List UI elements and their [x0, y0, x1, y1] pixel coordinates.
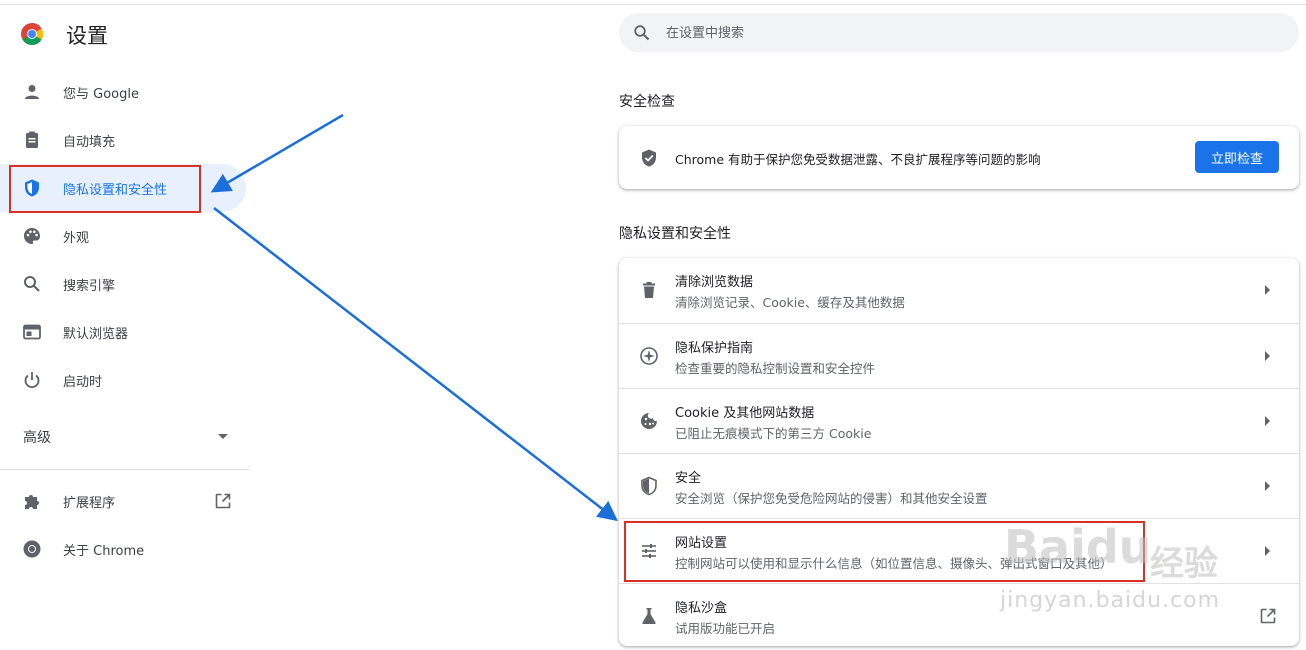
- sidebar-item-label: 您与 Google: [63, 87, 139, 102]
- sidebar-item-label: 外观: [63, 231, 90, 246]
- flask-icon: [642, 608, 656, 624]
- sidebar-divider: [0, 469, 250, 470]
- sidebar-item-you-and-google[interactable]: 您与 Google: [0, 68, 246, 116]
- sidebar-item-extensions[interactable]: 扩展程序: [0, 477, 246, 525]
- row-subtitle: 检查重要的隐私控制设置和安全控件: [675, 361, 876, 376]
- watermark: Baidu 经验 jingyan.baidu.com: [1000, 506, 1300, 626]
- open-in-new-icon[interactable]: [214, 492, 232, 510]
- puzzle-icon: [25, 495, 39, 509]
- safety-check-title: 安全检查: [619, 94, 675, 110]
- row-title: Cookie 及其他网站数据: [675, 406, 815, 421]
- check-now-button[interactable]: 立即检查: [1195, 141, 1279, 173]
- chevron-right-icon: [1265, 416, 1270, 426]
- power-icon: [24, 372, 40, 389]
- sidebar-item-appearance[interactable]: 外观: [0, 212, 246, 260]
- chevron-right-icon: [1265, 481, 1270, 491]
- row-cookies[interactable]: Cookie 及其他网站数据 已阻止无痕模式下的第三方 Cookie: [619, 388, 1299, 453]
- search-bar[interactable]: [619, 13, 1299, 54]
- search-icon: [24, 276, 40, 292]
- chevron-right-icon: [1265, 351, 1270, 361]
- sidebar-item-default-browser[interactable]: 默认浏览器: [0, 308, 246, 356]
- safety-check-description: Chrome 有助于保护您免受数据泄露、不良扩展程序等问题的影响: [675, 152, 1041, 167]
- sidebar-item-on-startup[interactable]: 启动时: [0, 356, 246, 404]
- row-title: 清除浏览数据: [675, 275, 754, 290]
- watermark-brand: Baidu: [1004, 520, 1152, 574]
- row-subtitle: 试用版功能已开启: [675, 621, 776, 636]
- caret-down-icon: [218, 434, 228, 439]
- shield-half-icon: [641, 476, 657, 496]
- sidebar-item-label: 关于 Chrome: [63, 544, 145, 559]
- privacy-section-title: 隐私设置和安全性: [619, 226, 731, 242]
- sidebar-item-search-engine[interactable]: 搜索引擎: [0, 260, 246, 308]
- chrome-logo-icon: [21, 23, 44, 45]
- row-subtitle: 已阻止无痕模式下的第三方 Cookie: [675, 426, 872, 441]
- person-icon: [25, 85, 39, 99]
- chevron-right-icon: [1265, 285, 1270, 295]
- trash-icon: [643, 282, 655, 298]
- sidebar-item-label: 自动填充: [63, 135, 116, 150]
- search-input[interactable]: [664, 13, 1268, 54]
- watermark-cn: 经验: [1150, 544, 1218, 584]
- row-clear-browsing-data[interactable]: 清除浏览数据 清除浏览记录、Cookie、缓存及其他数据: [619, 258, 1299, 323]
- row-title: 隐私沙盒: [675, 601, 728, 616]
- sidebar-advanced-toggle[interactable]: 高级: [0, 412, 246, 460]
- cookie-icon: [641, 413, 657, 429]
- watermark-url: jingyan.baidu.com: [1000, 588, 1221, 613]
- window-top-border: [0, 4, 1306, 5]
- sidebar-item-autofill[interactable]: 自动填充: [0, 116, 246, 164]
- sidebar-item-about-chrome[interactable]: 关于 Chrome: [0, 525, 246, 573]
- advanced-label: 高级: [23, 430, 51, 446]
- annotation-arrow: [213, 207, 618, 522]
- shield-check-icon: [642, 149, 656, 167]
- sidebar-item-label: 默认浏览器: [63, 327, 129, 342]
- sidebar-item-label: 启动时: [63, 375, 103, 390]
- palette-icon: [24, 228, 40, 244]
- sidebar-item-label: 扩展程序: [63, 496, 116, 511]
- row-subtitle: 安全浏览（保护您免受危险网站的侵害）和其他安全设置: [675, 491, 988, 506]
- chrome-icon: [23, 540, 41, 558]
- sidebar-item-label: 搜索引擎: [63, 279, 116, 294]
- row-privacy-guide[interactable]: 隐私保护指南 检查重要的隐私控制设置和安全控件: [619, 323, 1299, 388]
- safety-check-card: Chrome 有助于保护您免受数据泄露、不良扩展程序等问题的影响 立即检查: [619, 126, 1299, 189]
- compass-icon: [640, 347, 658, 365]
- row-title: 安全: [675, 471, 702, 486]
- row-title: 隐私保护指南: [675, 341, 754, 356]
- browser-icon: [23, 324, 41, 340]
- annotation-highlight-box: [9, 165, 201, 213]
- search-icon: [634, 25, 650, 41]
- page-title: 设置: [66, 24, 108, 48]
- row-subtitle: 清除浏览记录、Cookie、缓存及其他数据: [675, 295, 905, 310]
- clipboard-icon: [26, 131, 38, 148]
